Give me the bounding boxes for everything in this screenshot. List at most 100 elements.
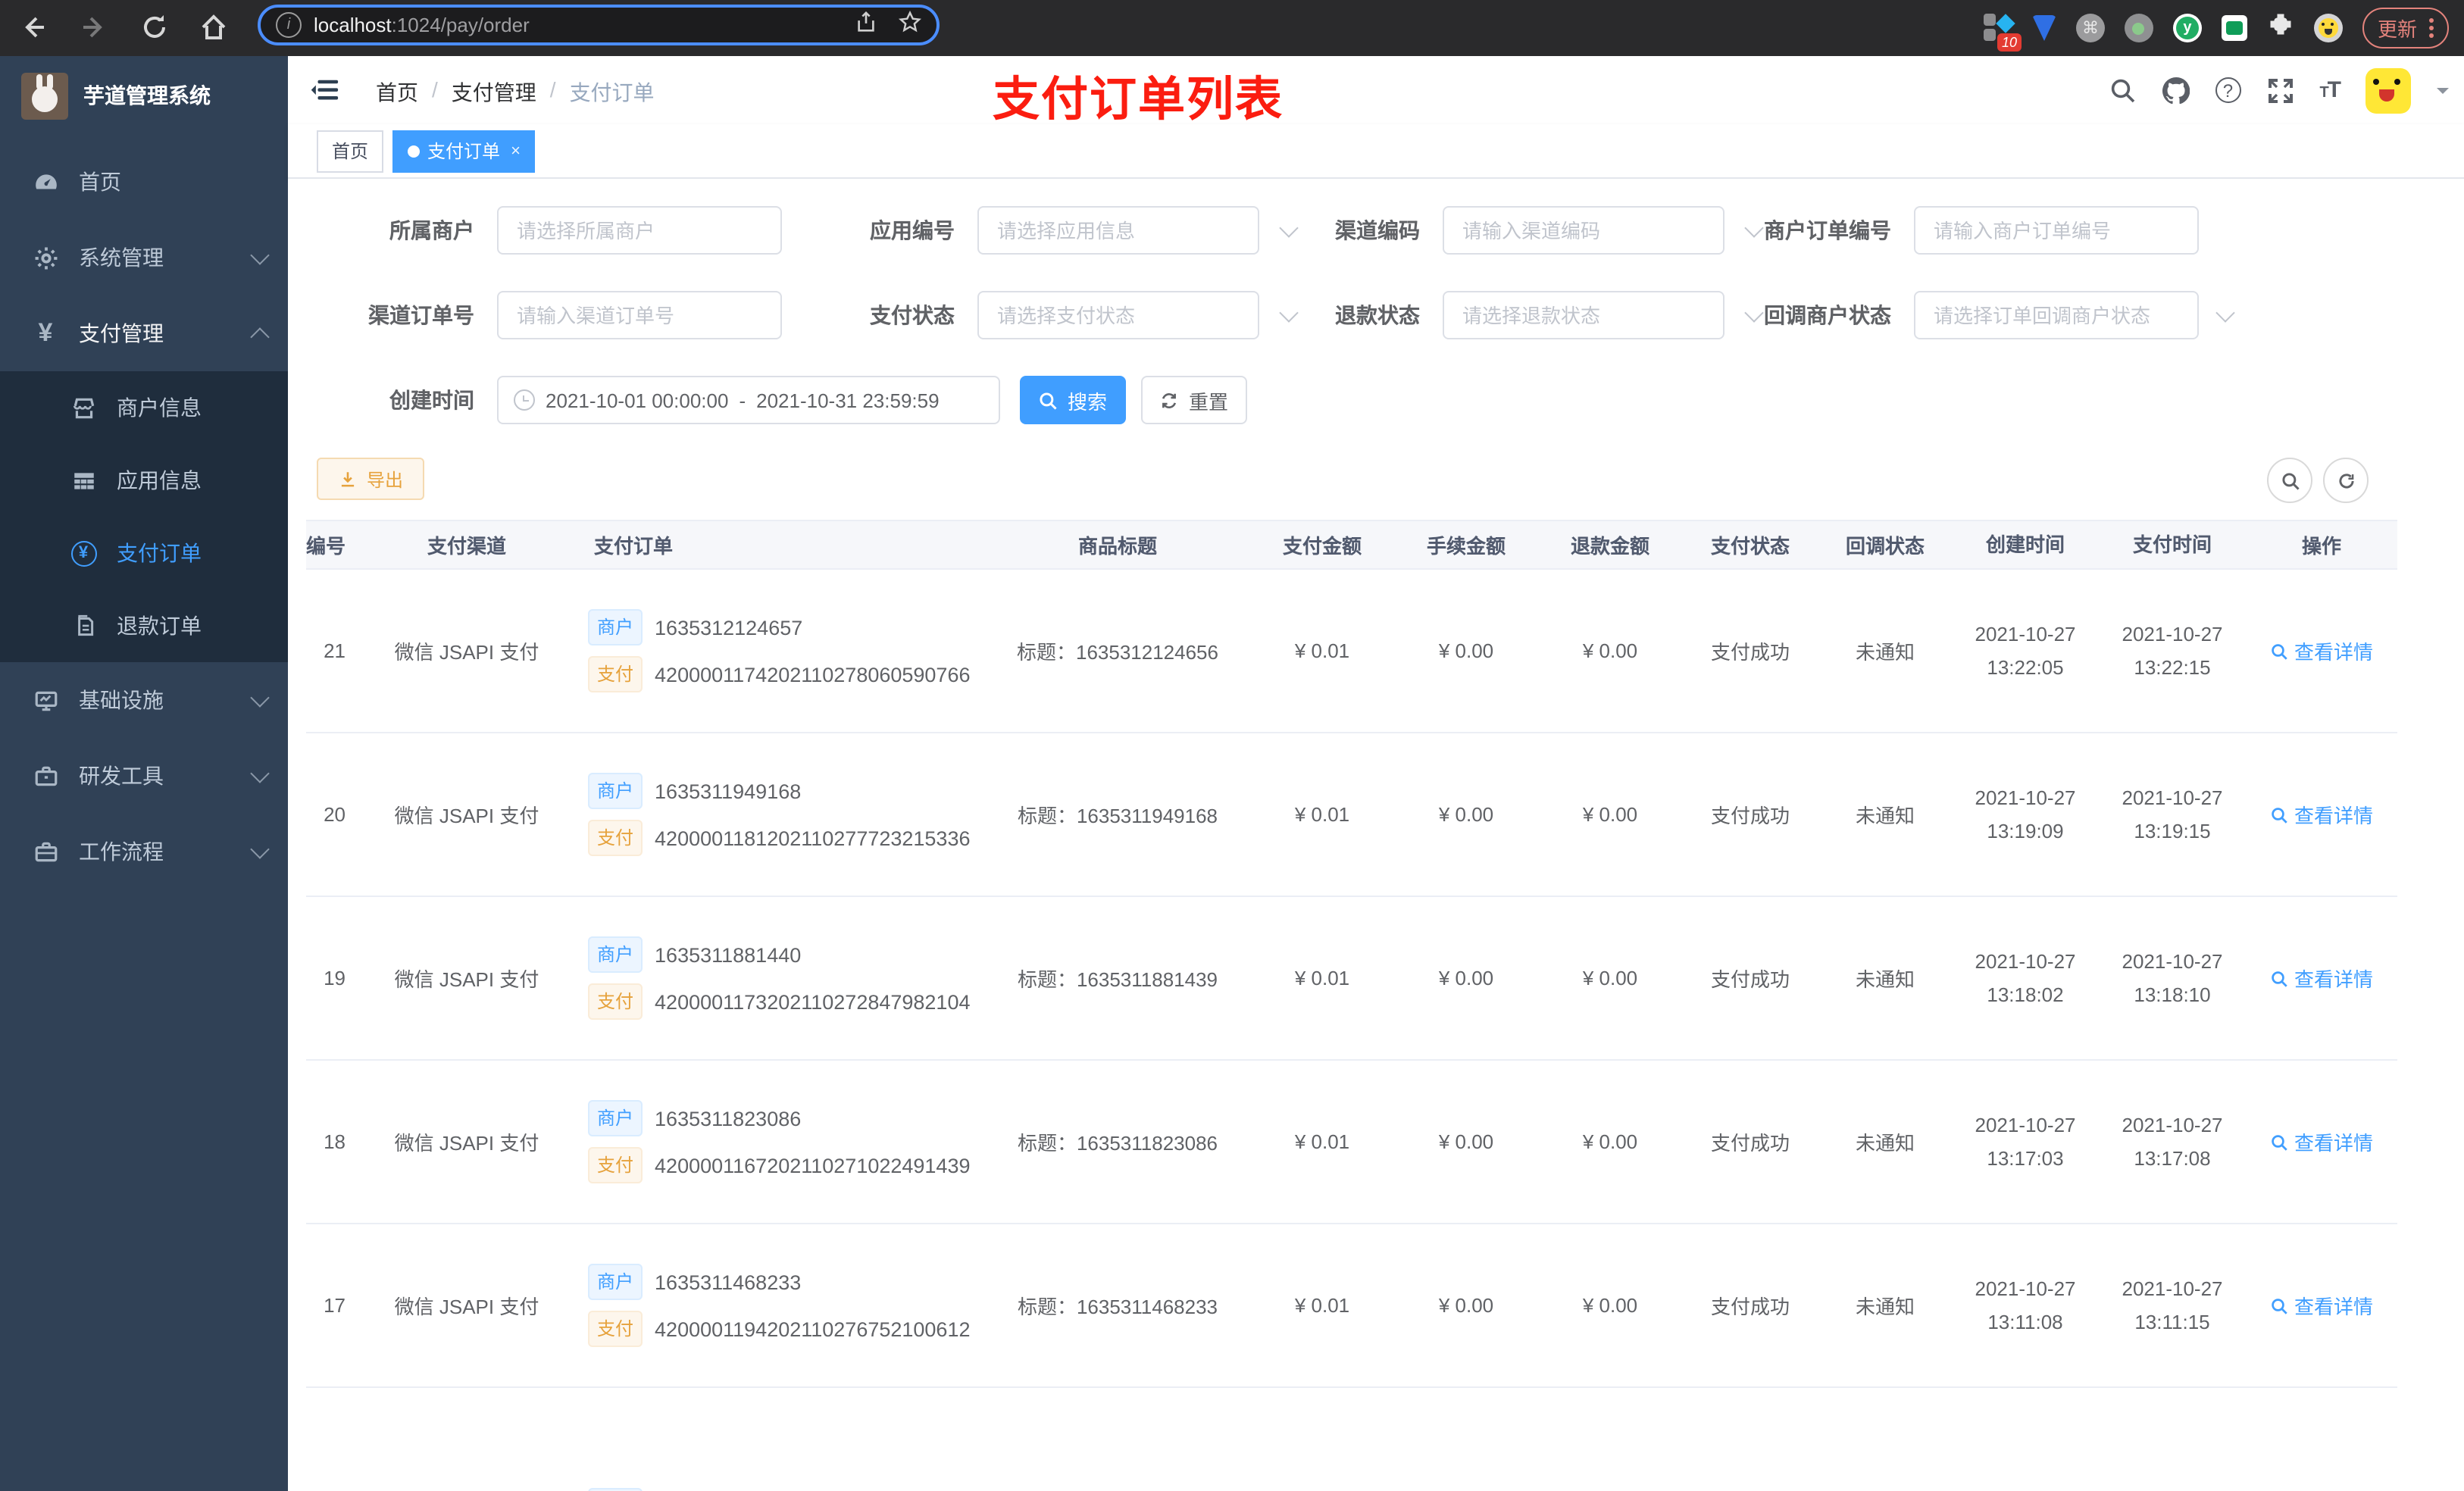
recorder-extension-icon[interactable] bbox=[2124, 14, 2153, 42]
status-text: 支付成功 bbox=[1710, 1296, 1790, 1318]
notify-status-input[interactable] bbox=[1915, 292, 2219, 338]
merchant-tag: 商户 bbox=[588, 1488, 643, 1491]
breadcrumb: 首页 / 支付管理 / 支付订单 bbox=[376, 77, 655, 108]
created-time-range-picker[interactable]: 2021-10-01 00:00:00 - 2021-10-31 23:59:5… bbox=[497, 376, 1000, 424]
close-tab-icon[interactable]: × bbox=[511, 142, 521, 160]
filter-label-created-time: 创建时间 bbox=[389, 388, 474, 412]
hamburger-icon[interactable] bbox=[311, 76, 339, 105]
col-refund: 退款金额 bbox=[1570, 535, 1649, 558]
merchant-tag: 商户 bbox=[588, 609, 643, 645]
col-action: 操作 bbox=[2301, 535, 2341, 558]
merchant-tag: 商户 bbox=[588, 1100, 643, 1136]
table-header-row: 编号 支付渠道 支付订单 商品标题 支付金额 手续金额 退款金额 支付状态 回调… bbox=[306, 521, 2397, 570]
sidebar-item-home[interactable]: 首页 bbox=[0, 144, 288, 220]
tab-pay-order[interactable]: 支付订单 × bbox=[392, 130, 536, 172]
sidebar-item-payment[interactable]: ¥ 支付管理 bbox=[0, 295, 288, 371]
github-icon[interactable] bbox=[2162, 77, 2190, 104]
col-paid: 支付时间 bbox=[2132, 533, 2212, 556]
reload-icon[interactable] bbox=[139, 12, 170, 42]
gear-icon bbox=[29, 245, 62, 270]
monitor-icon bbox=[29, 687, 62, 713]
back-icon[interactable] bbox=[18, 12, 48, 42]
col-status: 支付状态 bbox=[1710, 535, 1790, 558]
sidebar-item-app-info[interactable]: 应用信息 bbox=[0, 444, 288, 517]
sidebar-item-pay-order[interactable]: ¥ 支付订单 bbox=[0, 517, 288, 589]
sketch-extension-icon[interactable] bbox=[2031, 15, 2056, 41]
reset-button[interactable]: 重置 bbox=[1141, 376, 1247, 424]
circled-yen-icon: ¥ bbox=[67, 540, 100, 566]
command-extension-icon[interactable]: ⌘ bbox=[2075, 14, 2105, 42]
toggle-search-button[interactable] bbox=[2267, 458, 2312, 503]
export-button[interactable]: 导出 bbox=[317, 458, 424, 500]
sidebar-item-refund-order[interactable]: 退款订单 bbox=[0, 589, 288, 662]
pay-tag: 支付 bbox=[588, 656, 643, 692]
site-info-icon[interactable]: i bbox=[276, 12, 302, 38]
url-text: localhost:1024/pay/order bbox=[314, 14, 530, 36]
fullscreen-icon[interactable] bbox=[2266, 77, 2294, 104]
filter-label-channel-code: 渠道编码 bbox=[1335, 218, 1420, 242]
filter-label-app: 应用编号 bbox=[870, 218, 955, 242]
range-separator: - bbox=[739, 389, 746, 411]
view-detail-link[interactable]: 查看详情 bbox=[2270, 636, 2373, 665]
tab-home[interactable]: 首页 bbox=[317, 130, 384, 172]
breadcrumb-home[interactable]: 首页 bbox=[376, 77, 418, 108]
chrome-update-button[interactable]: 更新 bbox=[2362, 8, 2449, 48]
font-size-icon[interactable]: TT bbox=[2319, 77, 2341, 103]
pay-tag: 支付 bbox=[588, 983, 643, 1020]
home-icon[interactable] bbox=[199, 12, 229, 42]
refresh-table-button[interactable] bbox=[2323, 458, 2369, 503]
view-detail-link[interactable]: 查看详情 bbox=[2270, 1127, 2373, 1156]
filter-label-pay-status: 支付状态 bbox=[870, 303, 955, 327]
orders-table: 编号 支付渠道 支付订单 商品标题 支付金额 手续金额 退款金额 支付状态 回调… bbox=[306, 520, 2464, 1491]
chat-extension-icon[interactable] bbox=[2221, 15, 2247, 41]
table-row: 20 微信 JSAPI 支付 商户 1635311949168 支付 4200001… bbox=[306, 733, 2397, 897]
notify-status-select[interactable] bbox=[1914, 291, 2235, 339]
extension-badge-count: 10 bbox=[1997, 33, 2022, 52]
filter-label-channel-order-no: 渠道订单号 bbox=[368, 303, 474, 327]
range-end: 2021-10-31 23:59:59 bbox=[756, 389, 940, 411]
status-text: 支付成功 bbox=[1710, 968, 1790, 991]
address-bar[interactable]: i localhost:1024/pay/order bbox=[258, 5, 940, 45]
browser-menu-icon[interactable] bbox=[2429, 26, 2434, 30]
y-extension-icon[interactable]: y bbox=[2172, 14, 2202, 42]
view-detail-link[interactable]: 查看详情 bbox=[2270, 1291, 2373, 1320]
help-icon[interactable]: ? bbox=[2215, 77, 2241, 103]
view-detail-link[interactable]: 查看详情 bbox=[2270, 800, 2373, 829]
search-icon[interactable] bbox=[2109, 77, 2136, 104]
bookmark-star-icon[interactable] bbox=[899, 9, 921, 40]
status-text: 支付成功 bbox=[1710, 805, 1790, 827]
chevron-down-icon bbox=[250, 687, 270, 707]
forward-icon[interactable] bbox=[79, 12, 109, 42]
table-row-partial: 商户1635311125798 bbox=[306, 1388, 2397, 1491]
col-created: 创建时间 bbox=[1985, 533, 2065, 556]
sidebar-item-dev-tools[interactable]: 研发工具 bbox=[0, 738, 288, 814]
view-detail-link[interactable]: 查看详情 bbox=[2270, 964, 2373, 992]
col-id: 编号 bbox=[306, 535, 346, 558]
merchant-order-no-field[interactable] bbox=[1914, 206, 2219, 255]
chevron-down-icon bbox=[2215, 303, 2235, 323]
active-tab-dot bbox=[408, 145, 421, 157]
profile-avatar-icon[interactable] bbox=[2313, 14, 2343, 42]
share-icon[interactable] bbox=[855, 10, 877, 40]
sidebar-item-system[interactable]: 系统管理 bbox=[0, 220, 288, 295]
table-row: 17 微信 JSAPI 支付 商户 1635311468233 支付 4200001… bbox=[306, 1224, 2397, 1388]
sidebar-item-infrastructure[interactable]: 基础设施 bbox=[0, 662, 288, 738]
pay-tag: 支付 bbox=[588, 820, 643, 856]
grid-table-icon bbox=[67, 467, 100, 493]
sidebar-item-merchant-info[interactable]: 商户信息 bbox=[0, 371, 288, 444]
rabbit-logo-image bbox=[21, 72, 68, 119]
breadcrumb-payment[interactable]: 支付管理 bbox=[452, 77, 536, 108]
col-amount: 支付金额 bbox=[1282, 535, 1362, 558]
merchant-order-no-input[interactable] bbox=[1915, 208, 2219, 253]
table-row: 18 微信 JSAPI 支付 商户 1635311823086 支付 4200001… bbox=[306, 1061, 2397, 1224]
filter-label-refund-status: 退款状态 bbox=[1335, 303, 1420, 327]
avatar-caret-icon[interactable] bbox=[2437, 87, 2449, 99]
shop-icon bbox=[67, 395, 100, 420]
user-avatar[interactable] bbox=[2366, 67, 2411, 113]
extensions-puzzle-icon[interactable] bbox=[2267, 11, 2294, 45]
top-navbar: 首页 / 支付管理 / 支付订单 支付订单列表 ? TT bbox=[288, 56, 2464, 126]
search-button[interactable]: 搜索 bbox=[1020, 376, 1126, 424]
table-row: 19 微信 JSAPI 支付 商户 1635311881440 支付 4200001… bbox=[306, 897, 2397, 1061]
sidebar-item-workflow[interactable]: 工作流程 bbox=[0, 814, 288, 889]
extension-badge-icon[interactable]: 10 bbox=[1983, 14, 2022, 52]
